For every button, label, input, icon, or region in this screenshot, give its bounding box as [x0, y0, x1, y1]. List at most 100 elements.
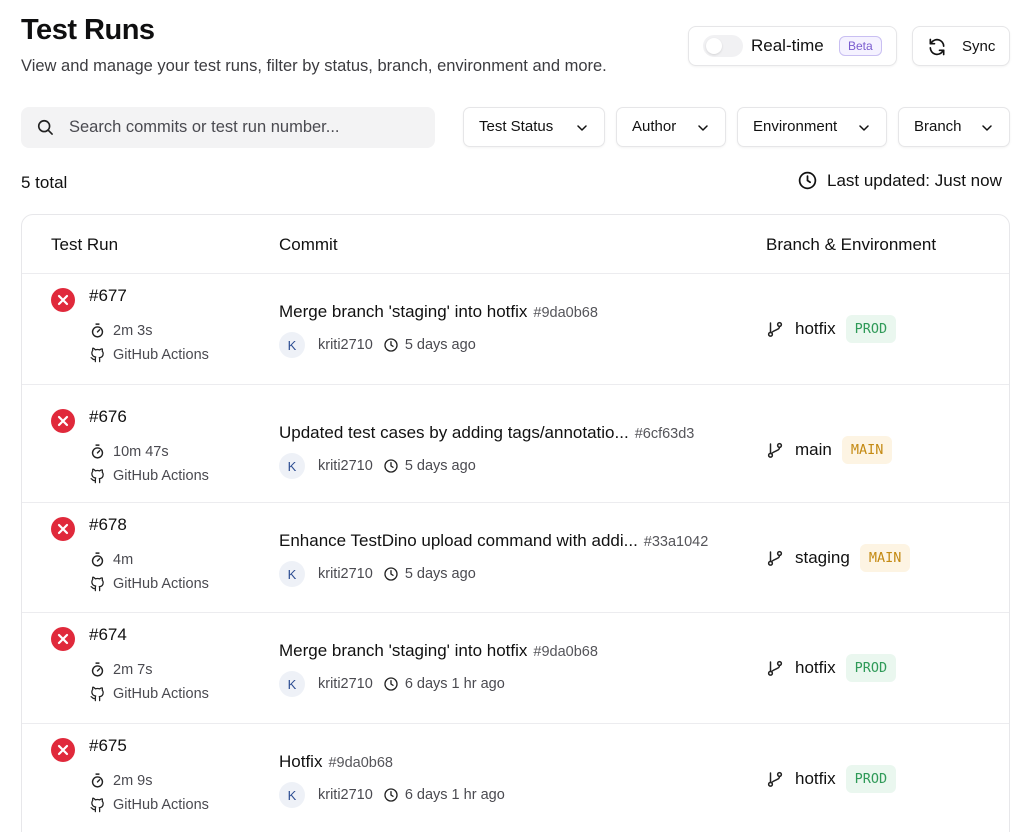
run-number[interactable]: #676: [89, 407, 127, 427]
beta-badge: Beta: [839, 36, 882, 56]
branch-environment: hotfix PROD: [766, 654, 897, 682]
avatar: K: [279, 671, 305, 697]
run-duration: 2m 3s: [89, 322, 153, 339]
branch-name[interactable]: main: [795, 440, 832, 460]
filter-label: Environment: [753, 118, 838, 135]
clock-icon: [384, 567, 398, 581]
commit-hash[interactable]: #9da0b68: [533, 644, 598, 660]
table-row[interactable]: #678 4m GitHub Actions Enhance TestDino upl…: [22, 503, 1009, 613]
author-name: kriti2710: [318, 566, 373, 582]
provider-text: GitHub Actions: [113, 346, 209, 363]
clock-icon: [384, 459, 398, 473]
run-duration: 2m 9s: [89, 772, 153, 789]
column-header-test-run: Test Run: [51, 235, 119, 254]
duration-text: 2m 3s: [113, 322, 153, 339]
failed-status-icon: [51, 409, 75, 433]
avatar: K: [279, 561, 305, 587]
run-provider: GitHub Actions: [89, 467, 209, 484]
clock-icon: [384, 677, 398, 691]
test-runs-table: Test Run Commit Branch & Environment #67…: [21, 214, 1010, 832]
search-box[interactable]: [21, 107, 435, 148]
run-number[interactable]: #677: [89, 286, 127, 306]
commit-meta: Kkriti2710 5 days ago: [279, 561, 476, 587]
table-header: Test Run Commit Branch & Environment: [22, 215, 1009, 274]
duration-text: 2m 9s: [113, 772, 153, 789]
duration-text: 10m 47s: [113, 443, 169, 460]
realtime-toggle-button[interactable]: Real-time Beta: [688, 26, 897, 66]
author-name: kriti2710: [318, 787, 373, 803]
chevron-down-icon: [859, 125, 869, 131]
table-row[interactable]: #676 10m 47s GitHub Actions Updated test ca…: [22, 385, 1009, 503]
commit-info[interactable]: Merge branch 'staging' into hotfix #9da0b…: [279, 641, 598, 661]
commit-message[interactable]: Hotfix: [279, 752, 322, 772]
clock-icon: [384, 338, 398, 352]
run-duration: 10m 47s: [89, 443, 169, 460]
timer-icon: [91, 552, 104, 567]
branch-name[interactable]: staging: [795, 548, 850, 568]
failed-status-icon: [51, 738, 75, 762]
branch-environment: hotfix PROD: [766, 315, 897, 343]
table-row[interactable]: #675 2m 9s GitHub Actions Hotfix #9da0b68 Kkr…: [22, 724, 1009, 832]
sync-label: Sync: [962, 38, 996, 55]
git-branch-icon: [767, 442, 783, 458]
commit-meta: Kkriti2710 6 days 1 hr ago: [279, 671, 505, 697]
page-title: Test Runs: [21, 14, 155, 46]
realtime-switch[interactable]: [703, 35, 743, 57]
github-icon: [90, 797, 104, 813]
commit-hash[interactable]: #9da0b68: [533, 305, 598, 321]
test-status-filter[interactable]: Test Status: [463, 107, 605, 147]
commit-message[interactable]: Enhance TestDino upload command with add…: [279, 531, 638, 551]
provider-text: GitHub Actions: [113, 467, 209, 484]
provider-text: GitHub Actions: [113, 796, 209, 813]
commit-hash[interactable]: #33a1042: [644, 534, 709, 550]
github-icon: [90, 686, 104, 702]
git-branch-icon: [767, 660, 783, 676]
branch-name[interactable]: hotfix: [795, 319, 836, 339]
chevron-down-icon: [577, 125, 587, 131]
column-header-commit: Commit: [279, 235, 338, 254]
github-icon: [90, 576, 104, 592]
failed-status-icon: [51, 627, 75, 651]
total-count: 5 total: [21, 173, 68, 192]
commit-message[interactable]: Merge branch 'staging' into hotfix: [279, 302, 527, 322]
environment-filter[interactable]: Environment: [737, 107, 887, 147]
git-branch-icon: [767, 321, 783, 337]
commit-time: 5 days ago: [404, 566, 476, 582]
commit-info[interactable]: Enhance TestDino upload command with add…: [279, 531, 708, 551]
github-icon: [90, 468, 104, 484]
commit-hash[interactable]: #6cf63d3: [635, 426, 695, 442]
author-filter[interactable]: Author: [616, 107, 726, 147]
duration-text: 2m 7s: [113, 661, 153, 678]
run-number[interactable]: #674: [89, 625, 127, 645]
table-row[interactable]: #677 2m 3s GitHub Actions Merge branch 'sta…: [22, 274, 1009, 385]
commit-info[interactable]: Merge branch 'staging' into hotfix #9da0b…: [279, 302, 598, 322]
failed-status-icon: [51, 517, 75, 541]
commit-info[interactable]: Updated test cases by adding tags/annota…: [279, 423, 694, 443]
run-number[interactable]: #675: [89, 736, 127, 756]
failed-status-icon: [51, 288, 75, 312]
author-name: kriti2710: [318, 676, 373, 692]
provider-text: GitHub Actions: [113, 685, 209, 702]
author-name: kriti2710: [318, 337, 373, 353]
run-provider: GitHub Actions: [89, 796, 209, 813]
branch-name[interactable]: hotfix: [795, 769, 836, 789]
commit-hash[interactable]: #9da0b68: [328, 755, 393, 771]
provider-text: GitHub Actions: [113, 575, 209, 592]
table-row[interactable]: #674 2m 7s GitHub Actions Merge branch 'sta…: [22, 613, 1009, 724]
page-subtitle: View and manage your test runs, filter b…: [21, 57, 607, 75]
commit-message[interactable]: Merge branch 'staging' into hotfix: [279, 641, 527, 661]
commit-info[interactable]: Hotfix #9da0b68: [279, 752, 393, 772]
commit-message[interactable]: Updated test cases by adding tags/annota…: [279, 423, 629, 443]
search-input[interactable]: [69, 107, 419, 148]
run-duration: 2m 7s: [89, 661, 153, 678]
commit-meta: Kkriti2710 5 days ago: [279, 332, 476, 358]
branch-name[interactable]: hotfix: [795, 658, 836, 678]
branch-filter[interactable]: Branch: [898, 107, 1010, 147]
sync-button[interactable]: Sync: [912, 26, 1010, 66]
chevron-down-icon: [982, 125, 992, 131]
avatar: K: [279, 332, 305, 358]
run-number[interactable]: #678: [89, 515, 127, 535]
environment-badge: PROD: [845, 765, 897, 793]
branch-environment: hotfix PROD: [766, 765, 897, 793]
git-branch-icon: [767, 550, 783, 566]
